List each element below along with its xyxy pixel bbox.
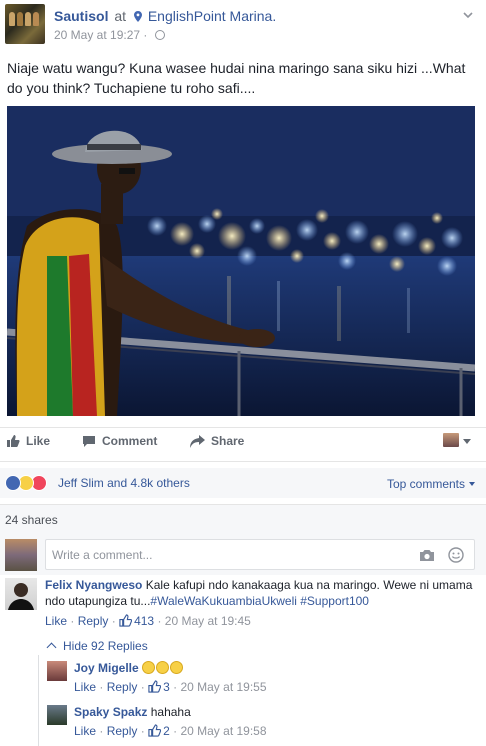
- post-location[interactable]: EnglishPoint Marina.: [148, 8, 276, 24]
- like-reaction-icon[interactable]: [5, 475, 21, 491]
- reactions-bar: Jeff Slim and 4.8k others Top comments: [0, 468, 486, 498]
- reply-like-count[interactable]: 2: [148, 724, 170, 738]
- comment-icon: [83, 436, 95, 447]
- laughing-emoji-icon: [142, 661, 156, 674]
- reply-like-link[interactable]: Like: [74, 680, 96, 694]
- meta-separator: ·: [143, 28, 148, 42]
- reply-meta: Like · Reply · 3 · 20 May at 19:55: [74, 680, 267, 694]
- top-comments-label: Top comments: [386, 477, 465, 491]
- audience-dropdown-icon[interactable]: [463, 439, 471, 444]
- post-caption: Niaje watu wangu? Kuna wasee hudai nina …: [7, 60, 466, 96]
- page-avatar[interactable]: [5, 4, 45, 44]
- comment-placeholder: Write a comment...: [52, 548, 153, 562]
- post-options-chevron-icon[interactable]: [463, 10, 473, 20]
- reply-reply-link[interactable]: Reply: [107, 724, 138, 738]
- thumbs-up-icon: [148, 724, 162, 737]
- replier-avatar[interactable]: [47, 661, 67, 681]
- like-count-value: 413: [134, 614, 155, 628]
- post-photo[interactable]: [7, 106, 475, 416]
- globe-icon: [154, 30, 165, 40]
- laughing-emoji-icon: [156, 661, 170, 674]
- reply-reply-link[interactable]: Reply: [107, 680, 138, 694]
- share-label: Share: [211, 434, 245, 448]
- comment-button[interactable]: Comment: [82, 434, 157, 448]
- laughing-emoji-icon: [170, 661, 184, 674]
- comment-like-link[interactable]: Like: [45, 614, 67, 628]
- chevron-down-icon: [469, 482, 475, 486]
- audience-thumbnail[interactable]: [443, 433, 459, 447]
- reply-thread-line: [38, 655, 39, 746]
- hide-replies-label: Hide 92 Replies: [63, 639, 148, 653]
- like-label: Like: [26, 434, 51, 448]
- post-author[interactable]: Sautisol: [54, 8, 108, 24]
- reply-body: Joy Migelle 😂😂😂: [74, 660, 474, 680]
- current-user-avatar: [5, 539, 37, 571]
- comment-hashtags[interactable]: #WaleWaKukuambiaUkweli #Support100: [150, 594, 369, 608]
- commenter-avatar[interactable]: [5, 578, 37, 610]
- reply-like-link[interactable]: Like: [74, 724, 96, 738]
- thumbs-up-icon: [119, 614, 133, 627]
- reply-author[interactable]: Spaky Spakz: [74, 705, 147, 719]
- meta-separator: ·: [111, 614, 116, 628]
- meta-separator: ·: [140, 680, 145, 694]
- comment-time[interactable]: 20 May at 19:45: [165, 614, 251, 628]
- meta-separator: ·: [70, 614, 75, 628]
- reply-text: hahaha: [150, 705, 191, 719]
- divider: [0, 461, 486, 462]
- person-icon: [8, 583, 34, 610]
- reply-time[interactable]: 20 May at 19:55: [180, 680, 266, 694]
- reply-emojis: [142, 661, 184, 675]
- location-pin-icon: [133, 11, 142, 22]
- comment-reply-link[interactable]: Reply: [78, 614, 109, 628]
- post-author-line: Sautisol at EnglishPoint Marina.: [54, 8, 276, 24]
- shares-bar: 24 shares: [0, 505, 486, 535]
- meta-separator: ·: [99, 724, 104, 738]
- chevron-up-icon: [46, 642, 57, 653]
- replier-avatar[interactable]: [47, 705, 67, 725]
- shares-count[interactable]: 24 shares: [5, 513, 58, 527]
- reply-time[interactable]: 20 May at 19:58: [180, 724, 266, 738]
- reply-meta: Like · Reply · 2 · 20 May at 19:58: [74, 724, 267, 738]
- thumbs-up-icon: [148, 680, 162, 693]
- meta-separator: ·: [140, 724, 145, 738]
- at-word: at: [114, 8, 127, 24]
- like-button[interactable]: Like: [6, 434, 50, 448]
- meta-separator: ·: [99, 680, 104, 694]
- post-actions: Like Comment Share: [0, 428, 486, 458]
- hide-replies-toggle[interactable]: Hide 92 Replies: [46, 639, 148, 653]
- top-comments-dropdown[interactable]: Top comments: [387, 477, 475, 491]
- comment-meta: Like · Reply · 413 · 20 May at 19:45: [45, 614, 251, 628]
- reactions-summary[interactable]: Jeff Slim and 4.8k others: [58, 476, 190, 490]
- meta-separator: ·: [157, 614, 162, 628]
- camera-icon[interactable]: [419, 549, 435, 562]
- thumbs-up-icon: [7, 435, 20, 447]
- comment-composer: Write a comment...: [0, 535, 486, 575]
- meta-separator: ·: [173, 724, 178, 738]
- comment-input[interactable]: Write a comment...: [45, 539, 475, 570]
- comment-like-count[interactable]: 413: [119, 614, 154, 628]
- comment-body: Felix Nyangweso Kale kafupi ndo kanakaag…: [45, 577, 481, 609]
- comment-author[interactable]: Felix Nyangweso: [45, 578, 142, 592]
- reply-author[interactable]: Joy Migelle: [74, 661, 139, 675]
- reply-body: Spaky Spakz hahaha: [74, 704, 474, 720]
- like-count-value: 3: [163, 680, 170, 694]
- share-arrow-icon: [190, 435, 205, 448]
- post-meta: 20 May at 19:27 ·: [54, 28, 165, 42]
- post-timestamp[interactable]: 20 May at 19:27: [54, 28, 140, 42]
- like-count-value: 2: [163, 724, 170, 738]
- share-button[interactable]: Share: [190, 434, 244, 448]
- emoji-icon[interactable]: [448, 547, 464, 563]
- meta-separator: ·: [173, 680, 178, 694]
- photo-illustration: [7, 106, 475, 416]
- post-header: Sautisol at EnglishPoint Marina. 20 May …: [5, 4, 481, 44]
- comment-label: Comment: [102, 434, 158, 448]
- reply-like-count[interactable]: 3: [148, 680, 170, 694]
